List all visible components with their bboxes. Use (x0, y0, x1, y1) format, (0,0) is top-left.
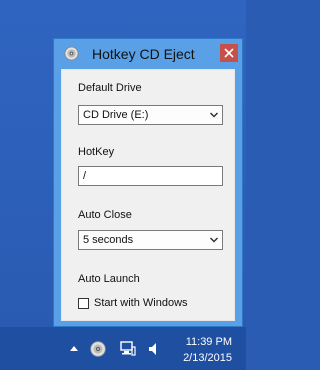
app-window: Hotkey CD Eject Default Drive CD Drive (… (53, 38, 243, 327)
hotkey-value: / (83, 170, 87, 182)
volume-icon[interactable] (148, 342, 160, 356)
chevron-down-icon (209, 237, 219, 243)
clock-date[interactable]: 2/13/2015 (183, 352, 232, 364)
start-with-windows-checkbox[interactable] (78, 298, 89, 309)
auto-close-label: Auto Close (78, 209, 132, 221)
hotkey-label: HotKey (78, 146, 115, 158)
cd-icon (64, 46, 79, 61)
cd-icon[interactable] (90, 341, 106, 357)
network-icon[interactable] (120, 341, 136, 357)
auto-launch-label: Auto Launch (78, 273, 140, 285)
default-drive-label: Default Drive (78, 82, 142, 94)
start-with-windows-label[interactable]: Start with Windows (94, 297, 188, 309)
close-button[interactable] (220, 44, 238, 62)
window-title: Hotkey CD Eject (92, 46, 195, 62)
clock-time[interactable]: 11:39 PM (186, 336, 232, 348)
taskbar: 11:39 PM 2/13/2015 (0, 327, 246, 370)
default-drive-value: CD Drive (E:) (83, 109, 149, 121)
settings-panel: Default Drive CD Drive (E:) HotKey / Aut… (61, 69, 235, 321)
auto-close-value: 5 seconds (83, 234, 134, 246)
default-drive-select[interactable]: CD Drive (E:) (78, 105, 223, 125)
chevron-down-icon (209, 112, 219, 118)
auto-close-select[interactable]: 5 seconds (78, 230, 223, 250)
hotkey-input[interactable]: / (78, 166, 223, 186)
chevron-up-icon[interactable] (70, 345, 78, 351)
title-bar[interactable]: Hotkey CD Eject (54, 39, 242, 69)
